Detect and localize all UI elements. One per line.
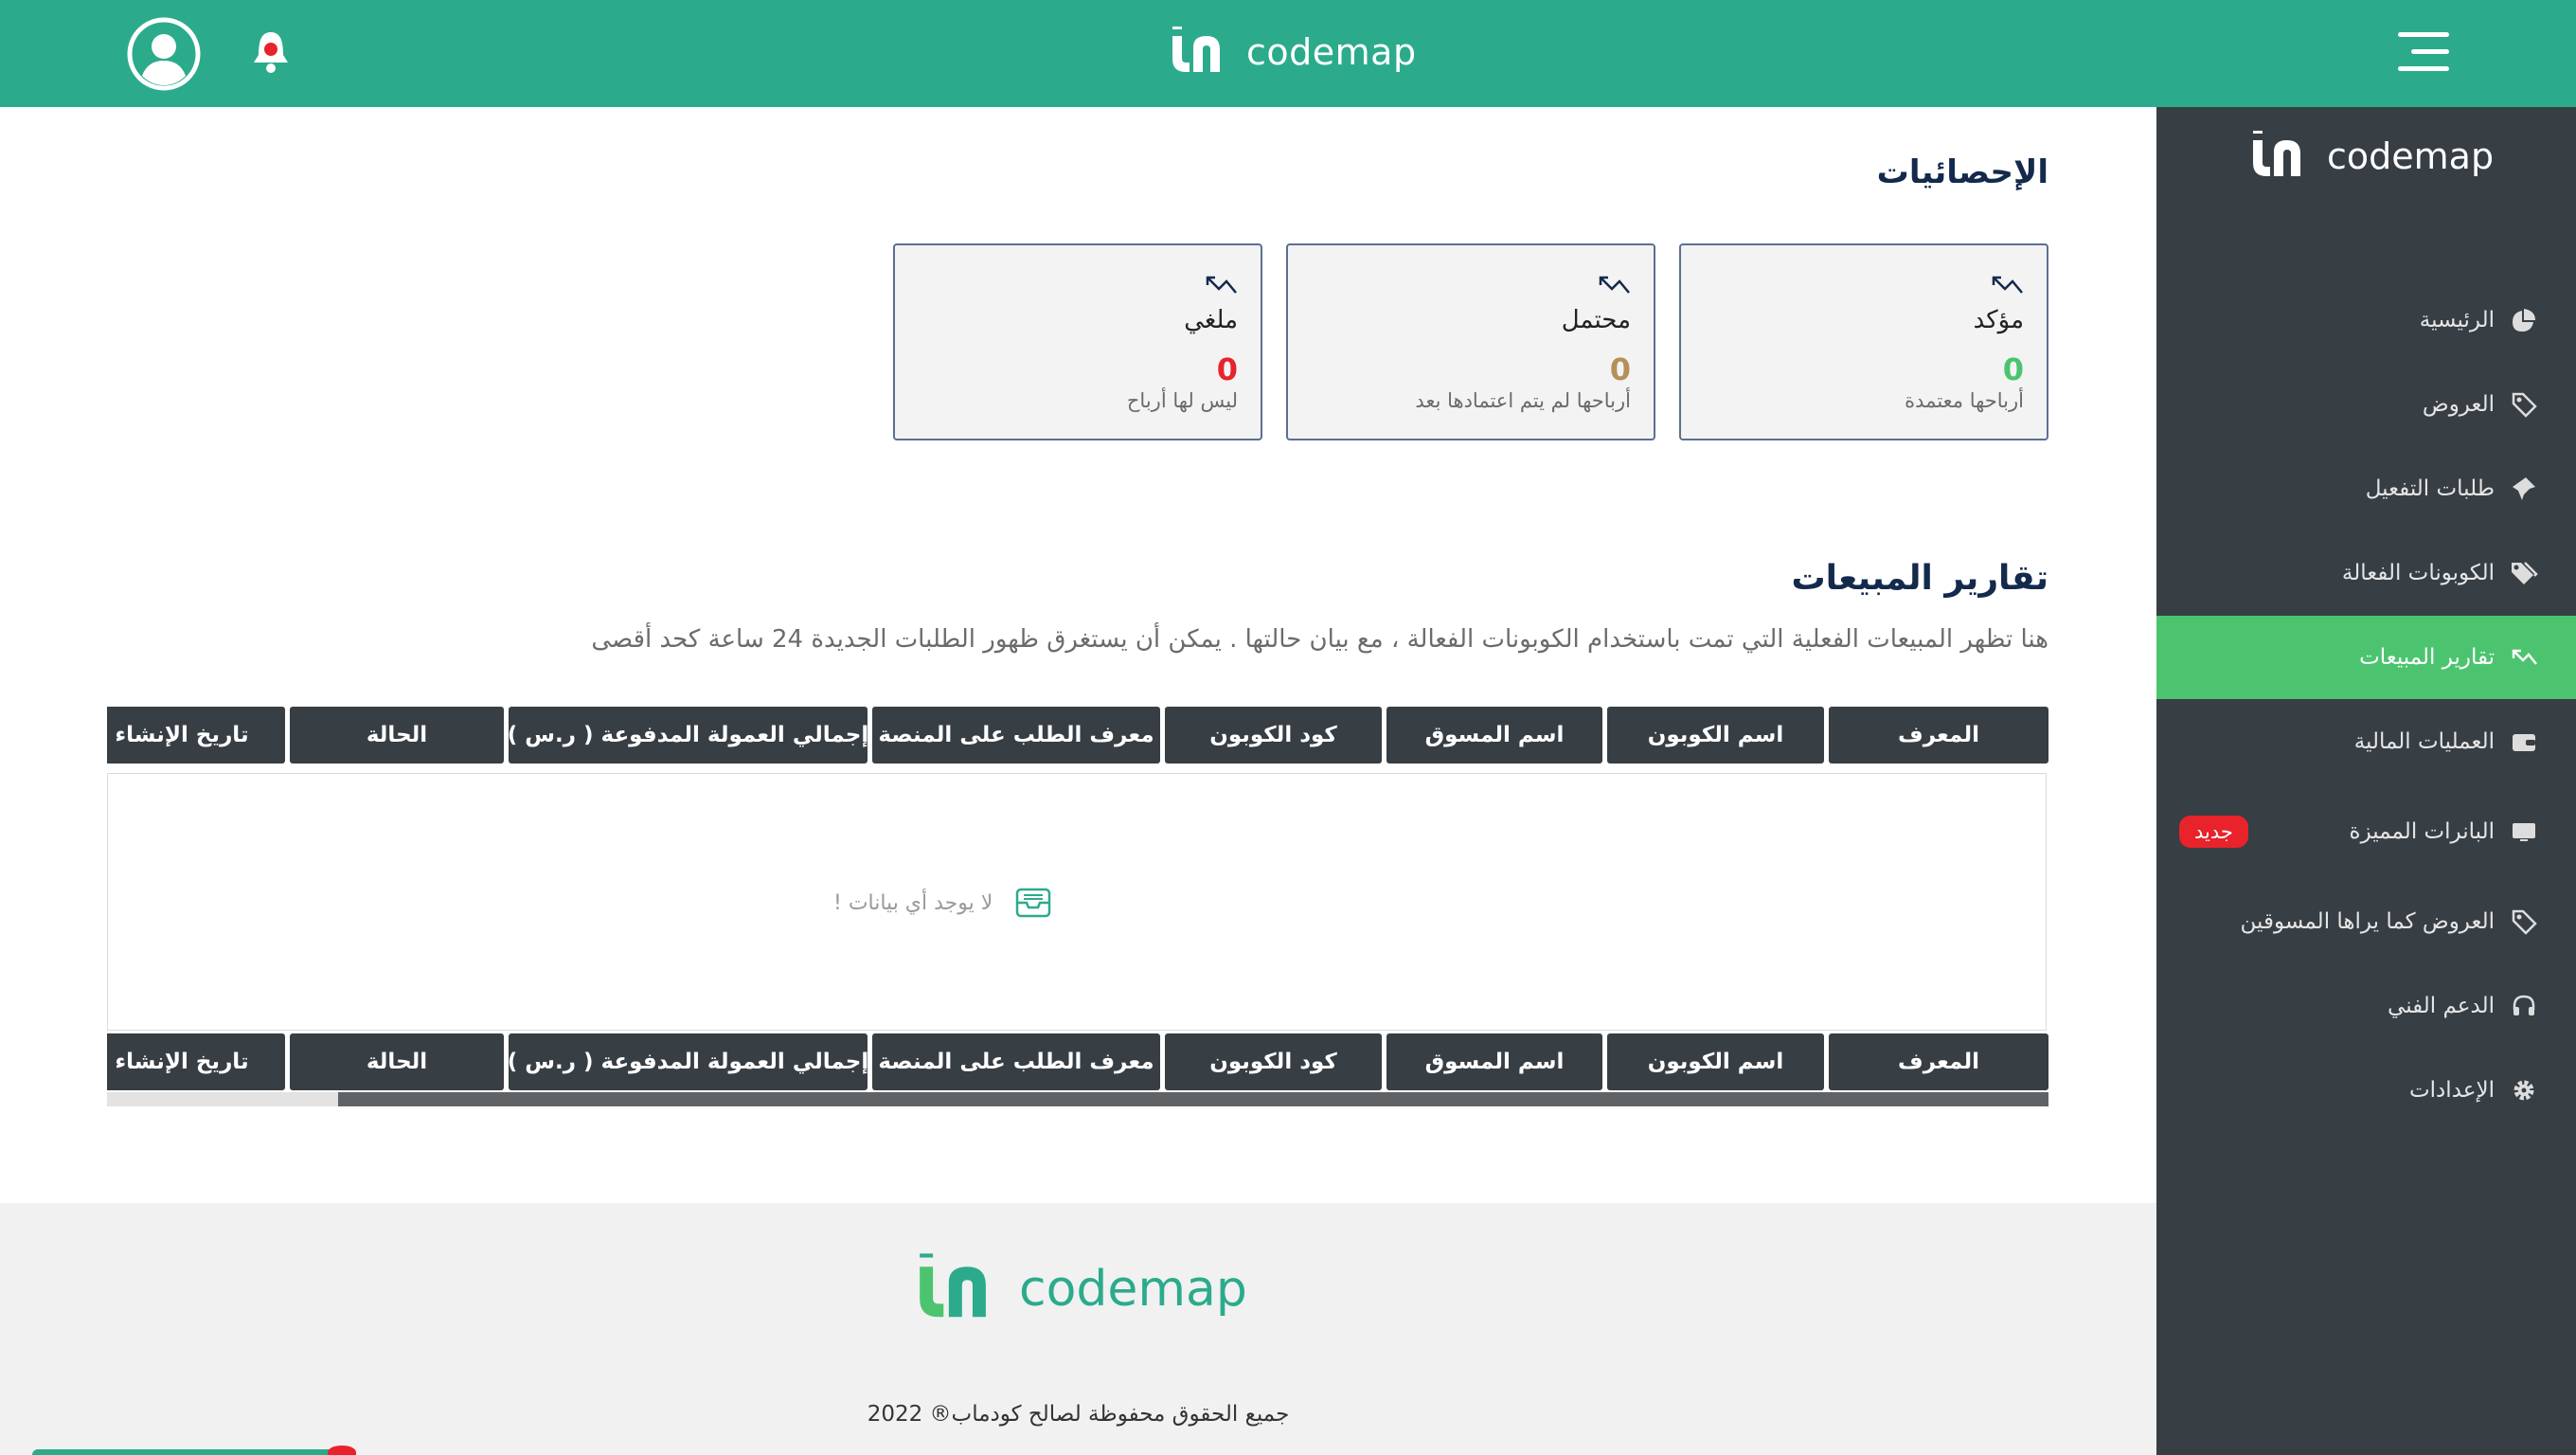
stat-card-value: 0 [2002,351,2024,387]
pin-icon [2510,475,2538,503]
sidebar-item-label: الكوبونات الفعالة [2341,561,2495,585]
column-header-platform-order-id[interactable]: معرف الطلب على المنصة [872,707,1160,763]
sales-reports-title: تقارير المبيعات [1791,559,2048,598]
tags-icon [2510,559,2538,587]
sidebar-item-label: العمليات المالية [2353,729,2495,754]
footer: codemap جميع الحقوق محفوظة لصالح كودماب®… [0,1203,2156,1455]
column-header-marketer-name[interactable]: اسم المسوق [1386,707,1602,763]
column-footer-coupon-name: اسم الكوبون [1607,1033,1824,1090]
trend-icon [1992,276,2023,294]
sidebar-logo[interactable]: codemap [2245,128,2494,185]
empty-state-text: لا يوجد أي بيانات ! [833,890,993,915]
column-footer-platform-order-id: معرف الطلب على المنصة [872,1033,1160,1090]
stat-card-value: 0 [1216,351,1238,387]
stat-card-subtitle: أرباحها لم يتم اعتمادها بعد [1415,389,1631,412]
bottom-widget-bar[interactable] [32,1449,341,1455]
table-body: لا يوجد أي بيانات ! [107,773,2047,1031]
tag-icon [2510,907,2538,936]
bell-icon[interactable] [244,27,297,80]
table-header: المعرف اسم الكوبون اسم المسوق كود الكوبو… [107,707,2048,763]
column-footer-id: المعرف [1829,1033,2048,1090]
wallet-icon [2510,728,2538,756]
sidebar-item-sales-reports[interactable]: تقارير المبيعات [2156,616,2576,699]
stat-card-subtitle: أرباحها معتمدة [1905,389,2024,412]
gear-icon [2510,1076,2538,1105]
sidebar-item-label: تقارير المبيعات [2359,645,2495,670]
header-logo[interactable]: codemap [1165,25,1417,80]
column-footer-marketer-name: اسم المسوق [1386,1033,1602,1090]
footer-logo[interactable]: codemap [909,1248,1247,1330]
column-header-status[interactable]: الحالة [290,707,504,763]
sidebar-item-activation-requests[interactable]: طلبات التفعيل [2156,447,2576,530]
codemap-logo-icon [920,1253,986,1318]
sidebar-item-settings[interactable]: الإعدادات [2156,1049,2576,1132]
sidebar-item-label: الرئيسية [2419,308,2495,332]
scrollbar-thumb[interactable] [338,1092,2048,1106]
column-footer-total-commission: إجمالي العمولة المدفوعة ( ر.س ) [508,1033,868,1090]
header-logo-text: codemap [1246,31,1417,73]
notification-dot [328,1446,356,1455]
stat-card-confirmed: مؤكد 0 أرباحها معتمدة [1679,243,2048,440]
sidebar-item-label: العروض [2422,392,2495,417]
column-header-id[interactable]: المعرف [1829,707,2048,763]
table-footer: المعرف اسم الكوبون اسم المسوق كود الكوبو… [107,1033,2048,1090]
sidebar-item-active-coupons[interactable]: الكوبونات الفعالة [2156,531,2576,615]
column-header-coupon-name[interactable]: اسم الكوبون [1607,707,1824,763]
monitor-icon [2510,817,2538,846]
column-footer-coupon-code: كود الكوبون [1165,1033,1382,1090]
stat-card-cancelled: ملغي 0 ليس لها أرباح [893,243,1262,440]
codemap-logo-icon [1172,27,1220,72]
trend-icon [1206,276,1237,294]
sidebar-item-label: العروض كما يراها المسوقين [2240,909,2495,934]
stats-title: الإحصائيات [1876,153,2048,191]
column-header-coupon-code[interactable]: كود الكوبون [1165,707,1382,763]
column-footer-status: الحالة [290,1033,504,1090]
trend-icon [2510,643,2538,672]
horizontal-scrollbar[interactable] [107,1092,2048,1106]
sidebar-item-financial-operations[interactable]: العمليات المالية [2156,700,2576,783]
sidebar: codemap الرئيسية العروض طلبات التفعيل ال… [2156,107,2576,1455]
copyright-text: جميع الحقوق محفوظة لصالح كودماب® 2022 [867,1402,1290,1427]
top-bar: codemap [0,0,2576,107]
column-header-created-date[interactable]: تاريخ الإنشاء [107,707,285,763]
sidebar-logo-text: codemap [2327,135,2495,177]
empty-state: لا يوجد أي بيانات ! [833,888,1051,918]
sidebar-item-label: طلبات التفعيل [2365,476,2495,501]
column-footer-created-date: تاريخ الإنشاء [107,1033,285,1090]
footer-logo-text: codemap [1019,1261,1247,1318]
user-circle-icon[interactable] [127,17,201,91]
tag-icon [2510,390,2538,419]
column-header-total-commission[interactable]: إجمالي العمولة المدفوعة ( ر.س ) [508,707,868,763]
sidebar-item-offers-as-marketers[interactable]: العروض كما يراها المسوقين [2156,880,2576,963]
new-badge: جديد [2179,816,2248,848]
trend-icon [1599,276,1630,294]
sidebar-item-label: الإعدادات [2409,1078,2495,1103]
stat-card-title: مؤكد [1973,306,2024,334]
sidebar-item-offers[interactable]: العروض [2156,363,2576,446]
hamburger-icon[interactable] [2398,28,2449,76]
sidebar-item-home[interactable]: الرئيسية [2156,278,2576,362]
stat-card-value: 0 [1609,351,1631,387]
sales-reports-description: هنا تظهر المبيعات الفعلية التي تمت باستخ… [591,625,2048,654]
codemap-logo-icon [2253,131,2300,176]
headset-icon [2510,992,2538,1020]
stat-card-title: ملغي [1184,306,1238,334]
pie-chart-icon [2510,306,2538,334]
stat-card-pending: محتمل 0 أرباحها لم يتم اعتمادها بعد [1286,243,1655,440]
inbox-icon [1016,888,1051,918]
sidebar-item-label: البانرات المميزة [2349,819,2495,844]
sidebar-item-support[interactable]: الدعم الفني [2156,964,2576,1048]
sidebar-item-label: الدعم الفني [2388,994,2495,1018]
stat-card-subtitle: ليس لها أرباح [1126,389,1238,412]
sidebar-item-featured-banners[interactable]: جديد البانرات المميزة [2156,790,2576,873]
stat-card-title: محتمل [1561,306,1631,334]
